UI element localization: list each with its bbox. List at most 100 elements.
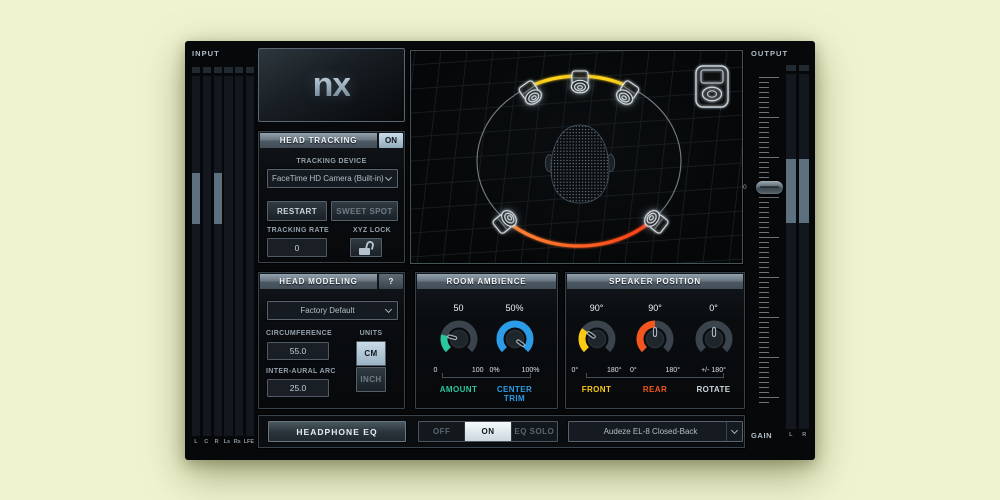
room-ambience-knobs: 50 0 100 AMOUNT 50% 0% 100% CENTER TRIM	[416, 303, 557, 403]
knob-dial[interactable]	[492, 316, 538, 362]
level-meter	[235, 67, 244, 436]
input-channel-labels: L C R Ls Rs LFE	[192, 439, 254, 445]
channel-label: R	[802, 432, 807, 438]
channel-label: LFE	[243, 439, 255, 445]
eq-mode-solo[interactable]: EQ SOLO	[512, 422, 557, 441]
knob-min: 0	[433, 367, 438, 374]
knob-dial[interactable]	[691, 316, 737, 362]
rotate-knob[interactable]: 0° +/- 180° ROTATE	[686, 303, 742, 394]
level-meter	[202, 67, 211, 436]
nx-logo-text: nx	[312, 65, 352, 104]
circumference-label: CIRCUMFERENCE	[266, 330, 332, 337]
unit-inch-button[interactable]: INCH	[356, 367, 386, 392]
output-meters	[786, 65, 809, 429]
headphone-preset-value: Audeze EL-8 Closed-Back	[603, 427, 698, 436]
head-tracking-header: HEAD TRACKING	[260, 133, 377, 148]
xyz-lock-button[interactable]	[350, 238, 382, 257]
knob-label: ROTATE	[696, 385, 731, 394]
knob-label: AMOUNT	[439, 385, 478, 394]
sweet-spot-button[interactable]: SWEET SPOT	[331, 201, 398, 221]
tracking-device-value: FaceTime HD Camera (Built-in)	[272, 174, 384, 183]
clip-indicator	[192, 67, 201, 73]
eq-mode-switch: OFF ON EQ SOLO	[418, 421, 558, 442]
amount-knob[interactable]: 50 0 100 AMOUNT	[431, 303, 487, 403]
page-background: INPUT L C R Ls Rs LFE nx HEAD TRACKING ON TRA…	[0, 0, 1000, 500]
channel-label: L	[194, 439, 198, 445]
circumference-field[interactable]: 55.0	[267, 342, 329, 360]
channel-label: L	[789, 432, 793, 438]
knob-dial[interactable]	[436, 316, 482, 362]
fader-zero-label: 0	[743, 184, 747, 191]
head-model-preset-dropdown[interactable]: Factory Default	[267, 301, 398, 320]
head-modeling-header: HEAD MODELING	[260, 274, 377, 289]
knob-value: 90°	[589, 303, 604, 313]
help-button[interactable]: ?	[379, 274, 403, 289]
knob-value: 90°	[648, 303, 662, 313]
headphone-eq-bar: HEADPHONE EQ OFF ON EQ SOLO Audeze EL-8 …	[258, 415, 745, 448]
inter-aural-arc-label: INTER-AURAL ARC	[266, 368, 336, 375]
level-meter	[798, 65, 809, 429]
head-model-preset-value: Factory Default	[300, 306, 355, 315]
knob-value: 50	[453, 303, 464, 313]
knob-value: 0°	[709, 303, 718, 313]
headphone-eq-title: HEADPHONE EQ	[268, 421, 406, 442]
level-meter	[192, 67, 201, 436]
tracking-device-label: TRACKING DEVICE	[296, 158, 367, 165]
knob-label: REAR	[642, 385, 668, 394]
speaker-position-panel: SPEAKER POSITION 90° 0° 180° FRONT 90° 0° 180…	[565, 272, 745, 409]
channel-label: Ls	[223, 439, 231, 445]
clip-indicator	[245, 67, 254, 73]
channel-label: R	[214, 439, 219, 445]
clip-indicator	[235, 67, 244, 73]
eq-mode-off[interactable]: OFF	[419, 422, 466, 441]
tracking-device-dropdown[interactable]: FaceTime HD Camera (Built-in)	[267, 169, 398, 188]
speaker-position-knobs: 90° 0° 180° FRONT 90° 0° 180° REAR 0° +/- 180° R…	[566, 303, 744, 394]
units-label: UNITS	[359, 330, 383, 337]
head-tracking-panel: HEAD TRACKING ON TRACKING DEVICE FaceTim…	[258, 131, 405, 263]
input-meters	[192, 67, 254, 436]
clip-indicator	[224, 67, 233, 73]
waves-nx-plugin-window: INPUT L C R Ls Rs LFE nx HEAD TRACKING ON TRA…	[185, 41, 815, 460]
input-section-label: INPUT	[192, 49, 220, 58]
level-meter	[213, 67, 222, 436]
nx-logo: nx	[258, 48, 405, 122]
inter-aural-arc-field[interactable]: 25.0	[267, 379, 329, 397]
output-section-label: OUTPUT	[751, 49, 789, 58]
unit-cm-button[interactable]: CM	[356, 341, 386, 366]
eq-mode-on[interactable]: ON	[465, 422, 512, 441]
headphone-preset-dropdown[interactable]: Audeze EL-8 Closed-Back	[568, 421, 743, 442]
xyz-lock-label: XYZ LOCK	[352, 227, 392, 234]
output-channel-labels: LR	[786, 432, 809, 438]
clip-indicator	[786, 65, 797, 71]
channel-label: Rs	[233, 439, 241, 445]
knob-min: 0°	[571, 367, 579, 374]
gain-label: GAIN	[751, 431, 773, 440]
head-visualization	[390, 42, 780, 306]
room-ambience-header: ROOM AMBIENCE	[417, 274, 556, 289]
head-tracking-on-toggle[interactable]: ON	[379, 133, 403, 148]
knob-value: 50%	[505, 303, 524, 313]
level-meter	[245, 67, 254, 436]
level-meter	[224, 67, 233, 436]
restart-button[interactable]: RESTART	[267, 201, 327, 221]
camera-icon	[695, 65, 729, 108]
head-modeling-panel: HEAD MODELING ? Factory Default CIRCUMFE…	[258, 272, 405, 409]
speaker-layout-display	[390, 42, 780, 306]
channel-label: C	[204, 439, 209, 445]
tracking-rate-field[interactable]: 0	[267, 238, 327, 257]
knob-dial[interactable]	[632, 316, 678, 362]
front-angle-knob[interactable]: 90° 0° 180° FRONT	[569, 303, 625, 394]
tracking-rate-label: TRACKING RATE	[267, 227, 329, 234]
unlock-icon	[358, 239, 375, 255]
gain-fader-handle[interactable]	[756, 181, 783, 194]
knob-link-bracket	[442, 373, 531, 378]
knob-link-bracket	[586, 373, 724, 378]
gain-ruler	[757, 77, 781, 407]
rear-angle-knob[interactable]: 90° 0° 180° REAR	[627, 303, 683, 394]
knob-dial[interactable]	[574, 316, 620, 362]
clip-indicator	[202, 67, 211, 73]
center-trim-knob[interactable]: 50% 0% 100% CENTER TRIM	[487, 303, 543, 403]
room-ambience-panel: ROOM AMBIENCE 50 0 100 AMOUNT 50% 0% 100% CENT…	[415, 272, 558, 409]
knob-label: CENTER TRIM	[496, 385, 533, 403]
clip-indicator	[798, 65, 809, 71]
